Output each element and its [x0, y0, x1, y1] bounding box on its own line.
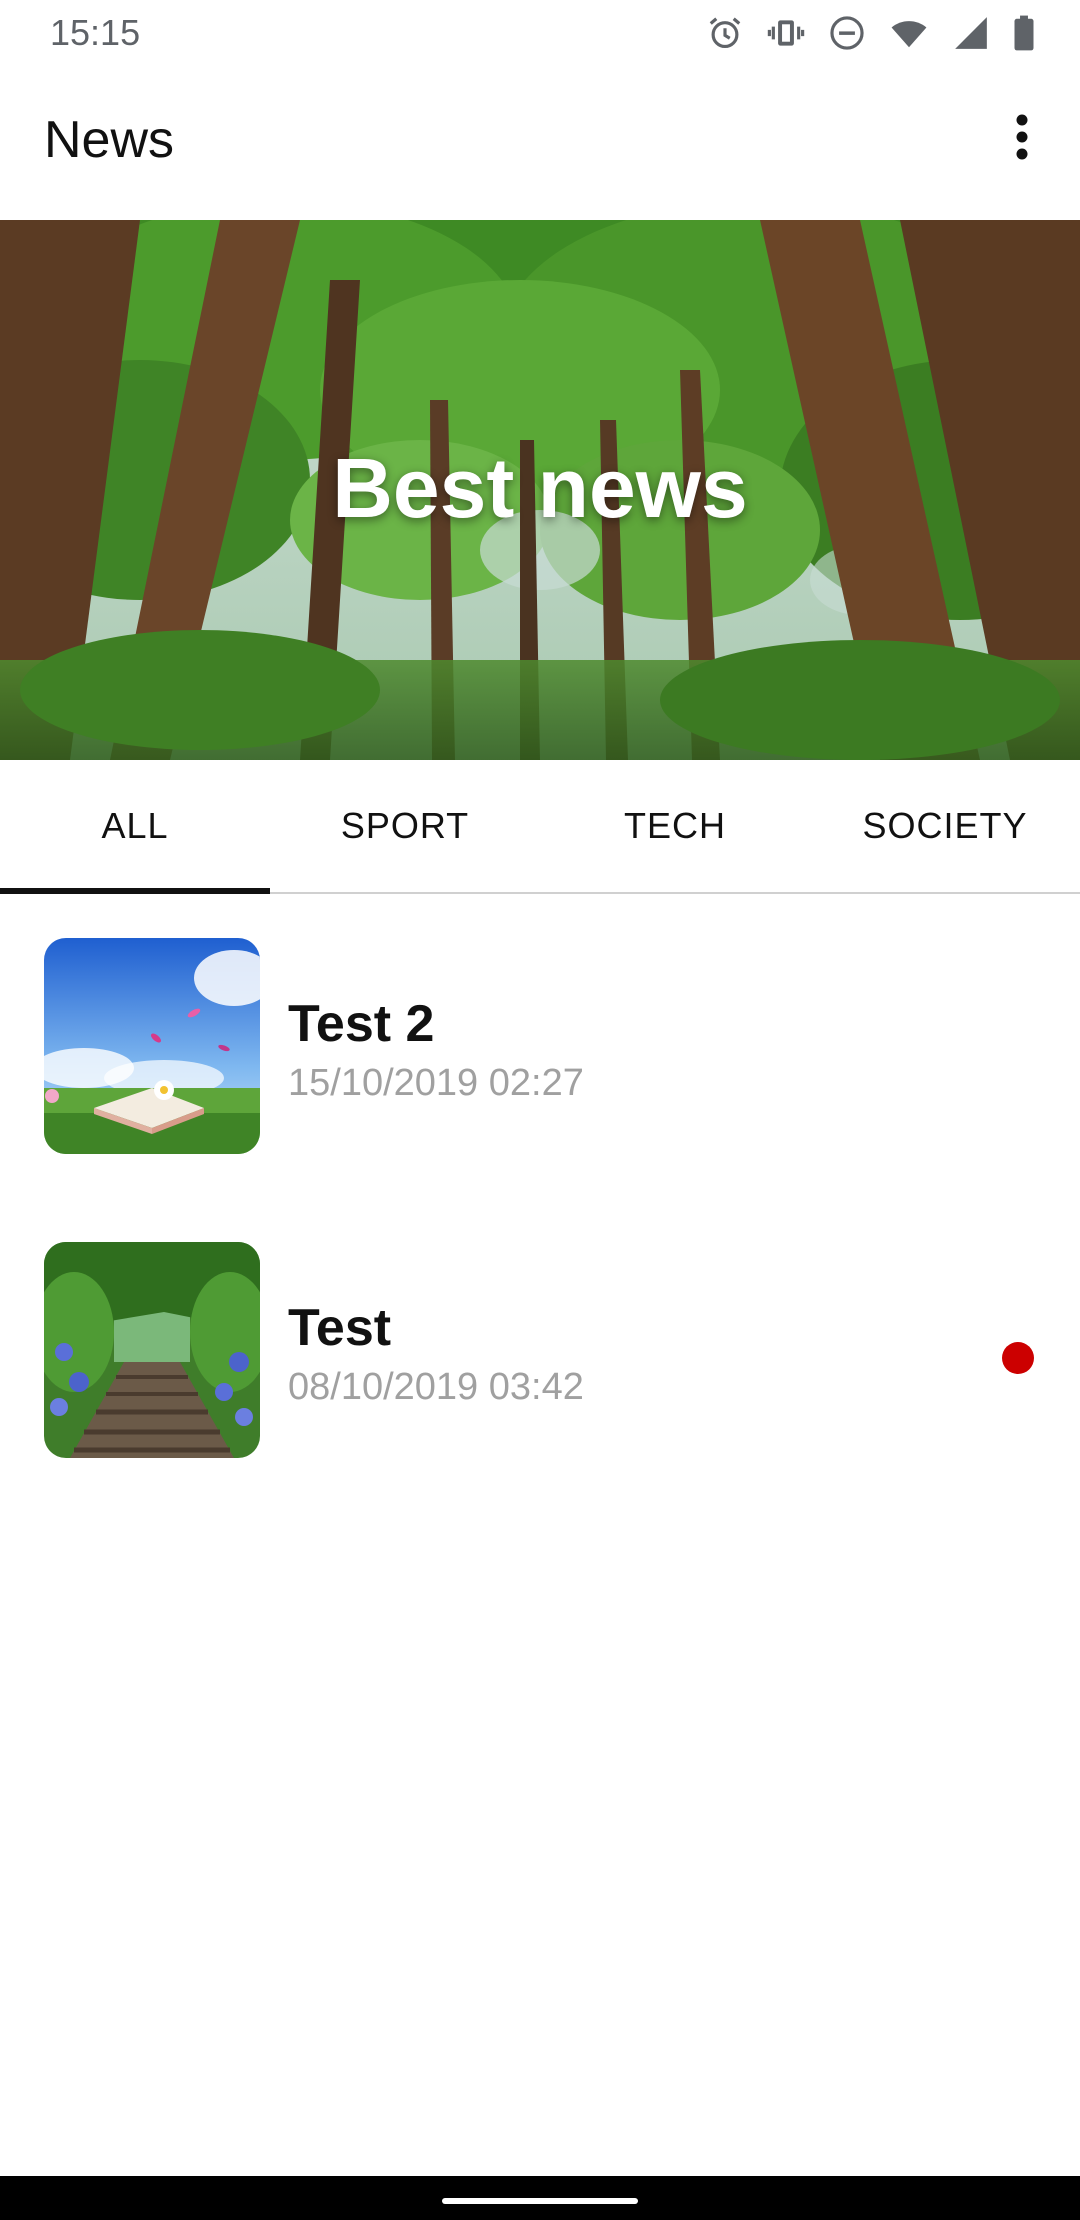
status-icons	[706, 12, 1036, 54]
system-nav-bar	[0, 2176, 1080, 2220]
news-list: Test 2 15/10/2019 02:27 Test 08/10/2019 …	[0, 894, 1080, 1502]
status-time: 15:15	[50, 12, 141, 53]
category-tabs: ALL SPORT TECH SOCIETY	[0, 760, 1080, 894]
tab-society[interactable]: SOCIETY	[810, 760, 1080, 892]
status-bar: 15:15	[0, 0, 1080, 66]
unread-indicator	[1002, 1342, 1034, 1374]
hero-title: Best news	[332, 441, 748, 535]
app-bar: News	[0, 66, 1080, 220]
news-date: 08/10/2019 03:42	[288, 1366, 584, 1408]
vibrate-icon	[766, 14, 806, 52]
home-gesture-handle[interactable]	[442, 2198, 638, 2204]
news-item[interactable]: Test 2 15/10/2019 02:27	[0, 894, 1080, 1198]
tab-sport[interactable]: SPORT	[270, 760, 540, 892]
signal-icon	[952, 14, 990, 52]
tab-tech[interactable]: TECH	[540, 760, 810, 892]
battery-icon	[1012, 14, 1036, 52]
more-options-button[interactable]	[992, 104, 1052, 174]
more-vert-icon	[1015, 113, 1029, 166]
app-title: News	[44, 111, 175, 169]
news-thumbnail	[44, 1242, 260, 1458]
hero-banner[interactable]: Best news	[0, 220, 1080, 760]
news-thumbnail	[44, 938, 260, 1154]
alarm-icon	[706, 14, 744, 52]
wifi-icon	[888, 14, 930, 52]
news-title: Test 2	[288, 995, 435, 1053]
news-title: Test	[288, 1299, 392, 1357]
do-not-disturb-icon	[828, 14, 866, 52]
news-date: 15/10/2019 02:27	[288, 1062, 584, 1104]
tab-all[interactable]: ALL	[0, 760, 270, 894]
news-item[interactable]: Test 08/10/2019 03:42	[0, 1198, 1080, 1502]
